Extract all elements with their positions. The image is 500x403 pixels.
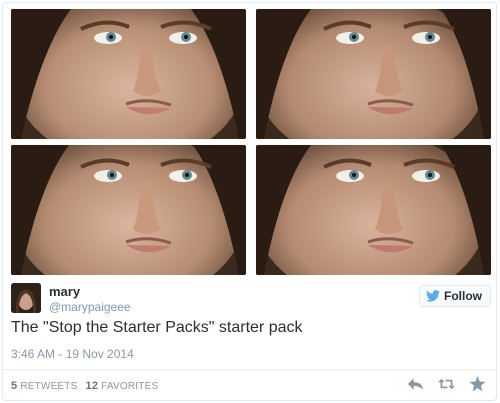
- tweet-card: mary @marypaigeee Follow The "Stop the S…: [2, 2, 497, 401]
- tweet-actions: [407, 376, 486, 392]
- author-handle[interactable]: @marypaigeee: [49, 300, 131, 314]
- tweet-photo-4[interactable]: [256, 145, 491, 275]
- tweet-photo-3[interactable]: [11, 145, 246, 275]
- favorites-stat[interactable]: 12 FAVORITES: [86, 380, 159, 392]
- follow-label: Follow: [444, 289, 482, 303]
- author-row: mary @marypaigeee Follow: [11, 283, 491, 315]
- retweets-count: 5: [11, 380, 18, 392]
- divider: [3, 369, 496, 370]
- tweet-stats: 5 RETWEETS 12 FAVORITES: [11, 380, 158, 392]
- retweets-label: RETWEETS: [20, 381, 78, 392]
- tweet-photo-2[interactable]: [256, 9, 491, 139]
- favorites-count: 12: [85, 380, 99, 392]
- author-name[interactable]: mary: [49, 284, 80, 299]
- avatar[interactable]: [11, 283, 41, 313]
- tweet-photo-1[interactable]: [11, 9, 246, 139]
- tweet-timestamp[interactable]: 3:46 AM - 19 Nov 2014: [11, 347, 134, 361]
- photo-grid: [11, 9, 491, 275]
- tweet-text: The "Stop the Starter Packs" starter pac…: [11, 319, 303, 336]
- follow-button[interactable]: Follow: [419, 285, 491, 307]
- retweets-stat[interactable]: 5 RETWEETS: [11, 380, 78, 392]
- twitter-bird-icon: [426, 290, 440, 302]
- favorites-label: FAVORITES: [101, 381, 159, 392]
- reply-icon[interactable]: [407, 376, 424, 392]
- star-icon[interactable]: [469, 376, 486, 392]
- retweet-icon[interactable]: [438, 376, 455, 392]
